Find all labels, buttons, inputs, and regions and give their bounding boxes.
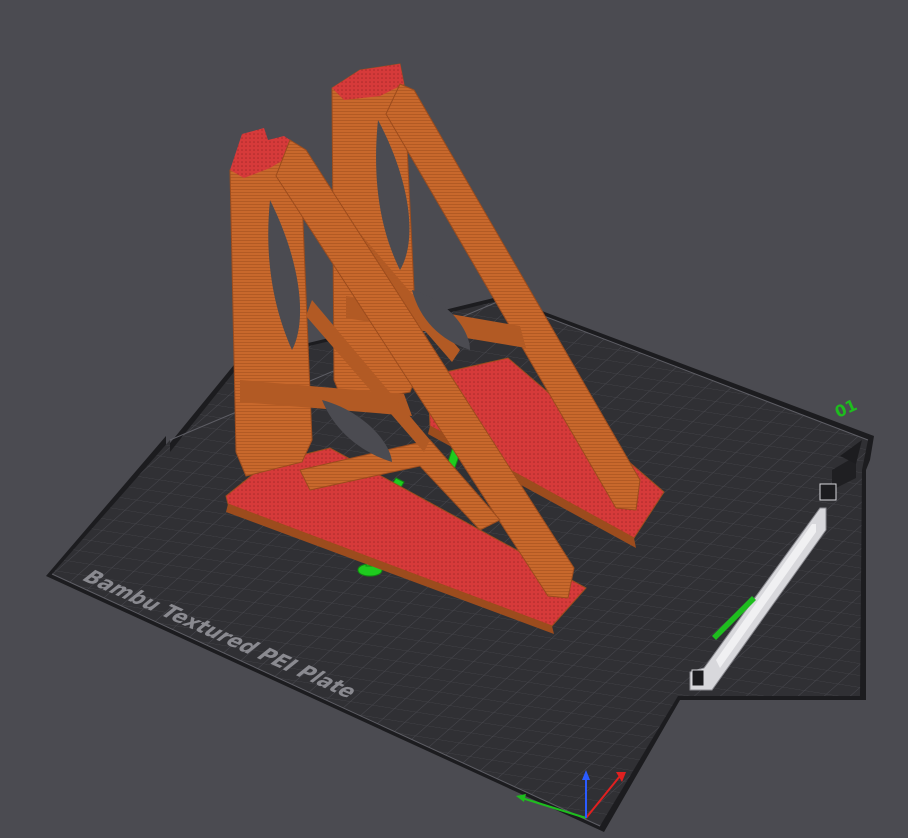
viewport-scene[interactable]: Bambu Textured PEI Plate 01 <box>0 0 908 838</box>
plate-side-icon-a <box>691 669 705 687</box>
plate-side-icon-b <box>819 483 837 501</box>
axis-y-arrow <box>516 794 526 802</box>
3d-viewport[interactable]: Bambu Textured PEI Plate 01 <box>0 0 908 838</box>
plate-number-label: 01 <box>832 395 860 421</box>
